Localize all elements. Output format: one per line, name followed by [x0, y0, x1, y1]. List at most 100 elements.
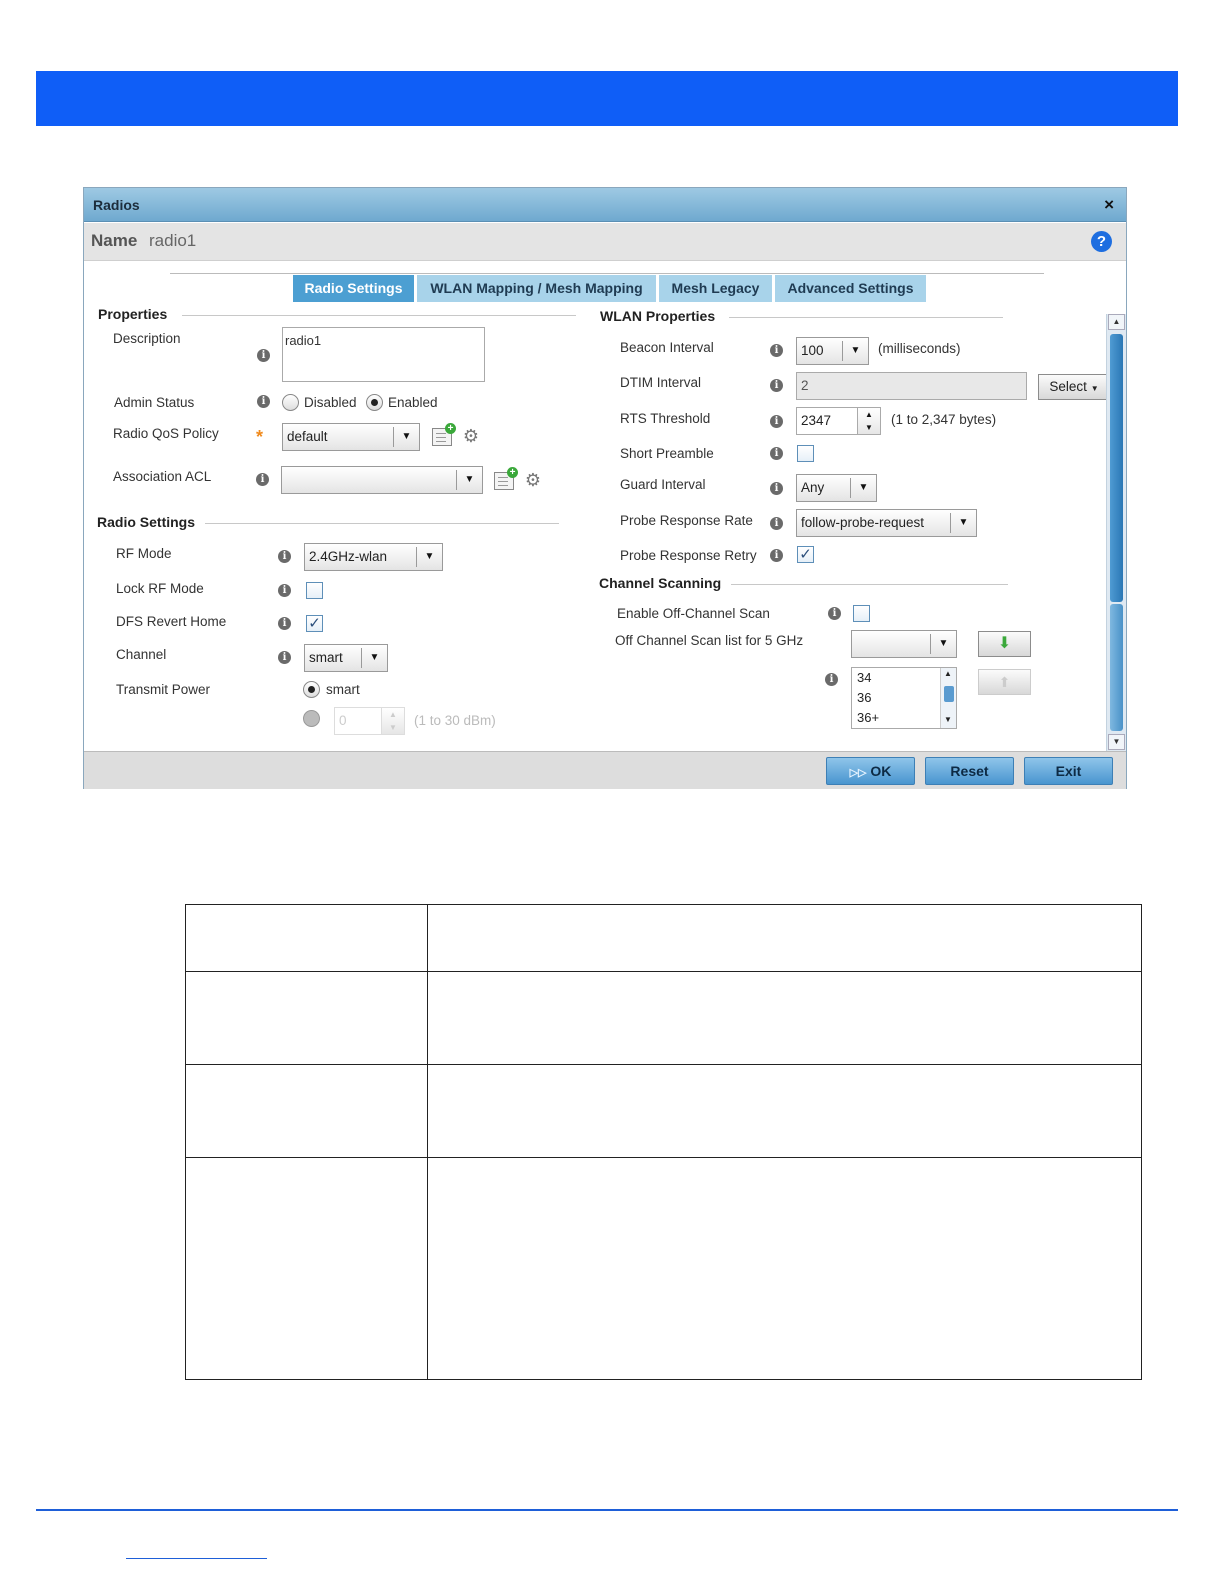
chevron-down-icon: ▼	[361, 648, 387, 668]
remove-channel-button[interactable]: ⬆	[978, 669, 1031, 695]
admin-enabled-label: Enabled	[388, 395, 438, 410]
short-preamble-checkbox[interactable]	[797, 445, 814, 462]
dtim-select-button[interactable]: Select ▼	[1038, 374, 1110, 400]
chevron-down-icon: ▼	[1090, 384, 1099, 393]
add-acl-icon[interactable]: +	[494, 467, 518, 490]
rf-mode-select[interactable]: 2.4GHz-wlan ▼	[304, 543, 443, 571]
add-policy-icon[interactable]: +	[432, 423, 456, 446]
list-scroll-thumb[interactable]	[944, 686, 954, 702]
arrow-down-icon: ⬇	[997, 635, 1012, 652]
rf-mode-label: RF Mode	[116, 546, 172, 561]
dfs-checkbox[interactable]: ✓	[306, 615, 323, 632]
beacon-select[interactable]: 100 ▼	[796, 337, 869, 365]
tx-custom-radio[interactable]	[303, 710, 320, 727]
info-icon[interactable]: i	[257, 349, 270, 362]
info-icon[interactable]: i	[828, 607, 841, 620]
gear-icon[interactable]: ⚙	[461, 426, 481, 446]
table-column-divider	[427, 905, 428, 1379]
tab-mesh-legacy[interactable]: Mesh Legacy	[658, 274, 773, 303]
description-label: Description	[113, 331, 181, 346]
dtim-input[interactable]: 2	[796, 372, 1027, 400]
acl-select[interactable]: ▼	[281, 466, 483, 494]
info-icon[interactable]: i	[256, 473, 269, 486]
info-icon[interactable]: i	[278, 550, 291, 563]
info-icon[interactable]: i	[278, 617, 291, 630]
scroll-down-icon[interactable]: ▼	[1108, 734, 1125, 750]
tx-power-label: Transmit Power	[116, 682, 211, 697]
properties-divider	[182, 315, 576, 316]
list-item[interactable]: 36+	[857, 710, 879, 725]
info-icon[interactable]: i	[825, 673, 838, 686]
list-item[interactable]: 36	[857, 690, 871, 705]
list-scrollbar[interactable]: ▲ ▼	[940, 668, 956, 728]
tx-smart-radio[interactable]	[303, 681, 320, 698]
scan-channel-list[interactable]: 34 36 36+ ▲ ▼	[851, 667, 957, 729]
info-icon[interactable]: i	[770, 549, 783, 562]
reset-button[interactable]: Reset	[925, 757, 1014, 785]
qos-label: Radio QoS Policy	[113, 426, 219, 441]
name-value: radio1	[149, 231, 197, 250]
admin-disabled-radio[interactable]	[282, 394, 299, 411]
channel-label: Channel	[116, 647, 167, 662]
ok-button[interactable]: ▷▷ OK	[826, 757, 915, 785]
tab-advanced-settings[interactable]: Advanced Settings	[774, 274, 927, 303]
plus-icon: +	[507, 467, 518, 478]
scan-list-select[interactable]: ▼	[851, 630, 957, 658]
guard-value: Any	[801, 480, 825, 495]
gear-icon[interactable]: ⚙	[523, 470, 543, 490]
dialog-footer: ▷▷ OK Reset Exit	[84, 751, 1126, 789]
close-icon[interactable]: ×	[1104, 195, 1114, 215]
form-scrollbar[interactable]: ▲ ▼	[1106, 314, 1126, 751]
info-icon[interactable]: i	[770, 415, 783, 428]
admin-enabled-radio[interactable]	[366, 394, 383, 411]
description-textarea[interactable]: radio1	[282, 327, 485, 382]
lock-rf-checkbox[interactable]	[306, 582, 323, 599]
info-icon[interactable]: i	[770, 482, 783, 495]
info-icon[interactable]: i	[278, 651, 291, 664]
tx-smart-label: smart	[326, 682, 360, 697]
footer-rule	[36, 1509, 1178, 1511]
probe-retry-checkbox[interactable]: ✓	[797, 546, 814, 563]
guard-select[interactable]: Any ▼	[796, 474, 877, 502]
info-icon[interactable]: i	[770, 517, 783, 530]
qos-select[interactable]: default ▼	[282, 423, 420, 451]
lock-rf-label: Lock RF Mode	[116, 581, 204, 596]
tab-wlan-mapping[interactable]: WLAN Mapping / Mesh Mapping	[416, 274, 657, 303]
wlan-properties-section-title: WLAN Properties	[600, 308, 716, 324]
info-icon[interactable]: i	[770, 447, 783, 460]
top-banner	[36, 71, 1178, 126]
chevron-down-icon: ▼	[950, 513, 976, 533]
scroll-up-icon[interactable]: ▲	[1108, 314, 1125, 330]
dialog-titlebar: Radios ×	[84, 188, 1126, 222]
add-channel-button[interactable]: ⬇	[978, 631, 1031, 657]
chevron-down-icon: ▼	[930, 634, 956, 654]
enable-scan-checkbox[interactable]	[853, 605, 870, 622]
rts-input[interactable]: 2347	[796, 407, 858, 435]
tx-power-spinner[interactable]: ▲ ▼	[381, 707, 405, 735]
description-table	[185, 904, 1142, 1380]
channel-scanning-section-title: Channel Scanning	[599, 575, 722, 591]
info-icon[interactable]: i	[257, 395, 270, 408]
info-icon[interactable]: i	[770, 344, 783, 357]
table-row-divider	[186, 1064, 1141, 1065]
exit-button[interactable]: Exit	[1024, 757, 1113, 785]
admin-disabled-label: Disabled	[304, 395, 357, 410]
list-item[interactable]: 34	[857, 670, 871, 685]
scroll-thumb[interactable]	[1110, 334, 1123, 602]
up-icon: ▲	[865, 410, 873, 419]
rts-spinner[interactable]: ▲ ▼	[857, 407, 881, 435]
ok-label: OK	[870, 763, 892, 779]
channel-select[interactable]: smart ▼	[304, 644, 388, 672]
tx-power-input[interactable]: 0	[334, 707, 382, 735]
probe-rate-select[interactable]: follow-probe-request ▼	[796, 509, 977, 537]
info-icon[interactable]: i	[770, 379, 783, 392]
qos-value: default	[287, 429, 328, 444]
tab-radio-settings[interactable]: Radio Settings	[292, 274, 415, 303]
help-icon[interactable]: ?	[1091, 231, 1112, 252]
ok-icon: ▷▷	[849, 767, 867, 779]
probe-retry-label: Probe Response Retry	[620, 548, 757, 563]
info-icon[interactable]: i	[278, 584, 291, 597]
scroll-track[interactable]	[1110, 604, 1123, 731]
admin-status-label: Admin Status	[114, 395, 195, 410]
probe-rate-label: Probe Response Rate	[620, 513, 753, 528]
